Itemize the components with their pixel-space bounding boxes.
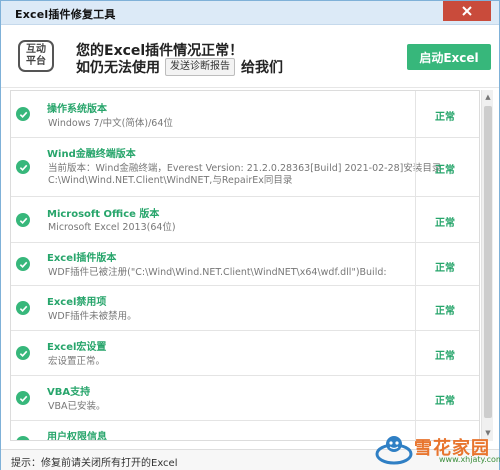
close-icon [462,6,472,16]
check-circle-icon [16,436,30,440]
check-item-name: Excel宏设置 [47,342,107,353]
watermark-logo-icon [375,436,413,465]
check-row-office: Microsoft Office 版本 Microsoft Excel 2013… [11,197,479,243]
check-item-detail: VBA已安装。 [48,401,106,412]
check-item-status: 正常 [435,218,455,229]
summary-header: 互动 平台 您的Excel插件情况正常！ 如仍无法使用 发送诊断报告 给我们 启… [1,26,499,88]
column-divider [415,331,416,375]
check-row-plugin-version: Excel插件版本 WDF插件已被注册("C:\Wind\Wind.NET.Cl… [11,243,479,286]
subline-prefix: 如仍无法使用 [76,60,160,76]
check-row-disabled-items: Excel禁用项 WDF插件未被禁用。 正常 [11,286,479,331]
status-subline: 如仍无法使用 发送诊断报告 给我们 [76,57,283,77]
check-item-detail: 当前版本：Wind金融终端，Everest Version: 21.2.0.28… [48,163,442,174]
column-divider [415,376,416,420]
check-item-detail: Microsoft Excel 2013(64位) [48,222,176,233]
check-row-os: 操作系统版本 Windows 7/中文(简体)/64位 正常 [11,91,479,138]
check-item-status: 正常 [435,263,455,274]
check-circle-icon [16,160,30,174]
check-list: 操作系统版本 Windows 7/中文(简体)/64位 正常 Wind金融终端版… [10,90,480,441]
check-item-detail-line2: C:\Wind\Wind.NET.Client\WindNET,与RepairE… [48,175,293,186]
column-divider [415,91,416,137]
start-excel-button[interactable]: 启动Excel [407,44,491,70]
check-item-name: 操作系统版本 [47,104,107,115]
check-item-name: Wind金融终端版本 [47,149,136,160]
subline-suffix: 给我们 [241,60,283,76]
window-title: Excel插件修复工具 [15,8,116,21]
check-item-detail: WDF插件已被注册("C:\Wind\Wind.NET.Client\WindN… [48,267,387,278]
title-bar: Excel插件修复工具 [1,1,499,25]
check-circle-icon [16,301,30,315]
check-circle-icon [16,257,30,271]
check-item-detail: Windows 7/中文(简体)/64位 [48,118,173,129]
check-circle-icon [16,107,30,121]
check-item-status: 正常 [435,112,455,123]
check-row-wind-terminal: Wind金融终端版本 当前版本：Wind金融终端，Everest Version… [11,138,479,197]
check-item-name: Microsoft Office 版本 [47,209,160,220]
watermark-url: www.xhjaty.com [439,455,500,464]
list-scrollbar[interactable]: ▲ ▼ [481,90,493,441]
check-circle-icon [16,213,30,227]
check-row-macro: Excel宏设置 宏设置正常。 正常 [11,331,479,376]
check-item-detail: 宏设置正常。 [48,356,106,367]
check-item-name: 用户权限信息 [47,432,107,441]
check-circle-icon [16,346,30,360]
scroll-thumb[interactable] [484,106,492,418]
check-item-status: 正常 [435,306,455,317]
status-tip: 提示：修复前请关闭所有打开的Excel [11,458,178,469]
app-window: Excel插件修复工具 互动 平台 您的Excel插件情况正常！ 如仍无法使用 … [0,0,500,470]
column-divider [415,243,416,285]
check-circle-icon [16,391,30,405]
column-divider [415,138,416,196]
check-item-status: 正常 [435,396,455,407]
check-item-detail: WDF插件未被禁用。 [48,311,137,322]
check-item-name: Excel禁用项 [47,297,107,308]
check-item-status: 正常 [435,351,455,362]
logo-line-2: 平台 [26,56,46,67]
logo-line-1: 互动 [26,44,46,55]
platform-logo[interactable]: 互动 平台 [18,40,54,72]
close-button[interactable] [443,1,491,21]
check-row-vba: VBA支持 VBA已安装。 正常 [11,376,479,421]
check-item-name: VBA支持 [47,387,91,398]
check-item-name: Excel插件版本 [47,253,117,264]
column-divider [415,286,416,330]
scroll-up-icon[interactable]: ▲ [482,91,494,103]
send-report-button[interactable]: 发送诊断报告 [165,58,235,76]
column-divider [415,197,416,242]
check-item-status: 正常 [435,165,455,176]
